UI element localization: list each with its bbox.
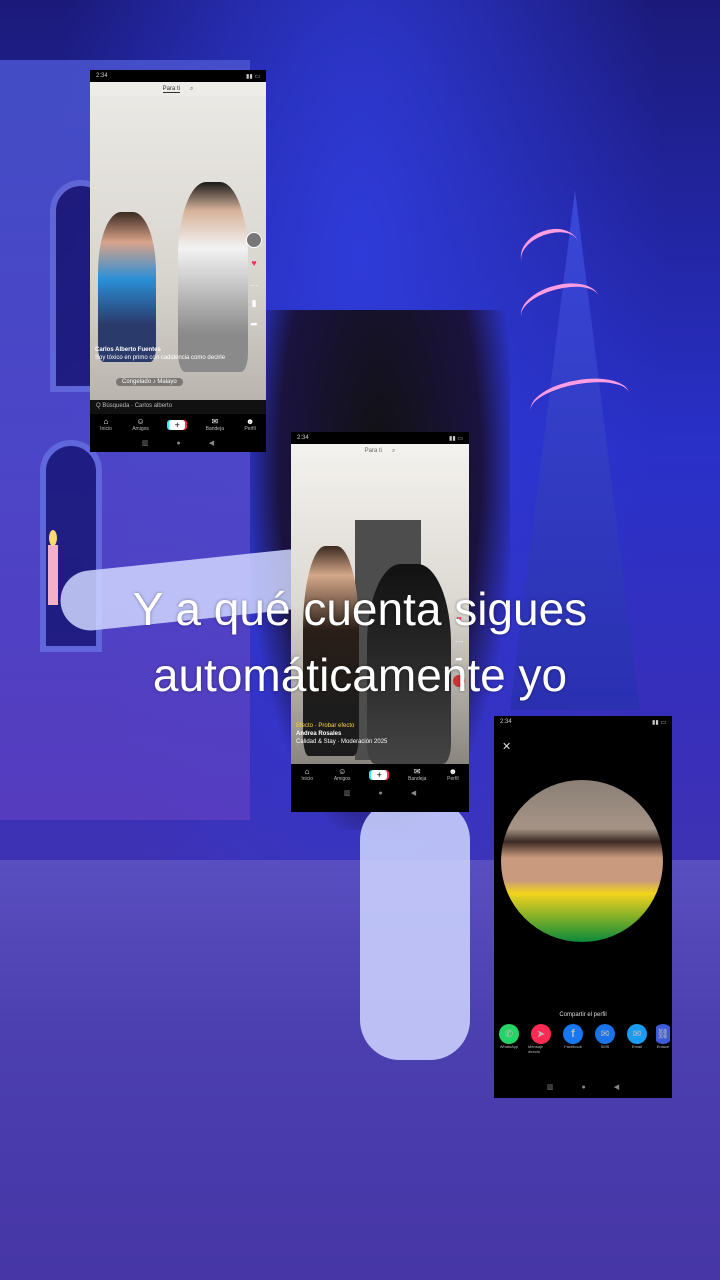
bottom-nav: ⌂ Inicio ☺ Amigos + ✉ Bandeja ☻ Perfil (90, 414, 266, 436)
link-icon: ⛓ (656, 1024, 670, 1044)
sms-icon: ✉ (595, 1024, 615, 1044)
search-icon[interactable]: ⌕ (392, 448, 395, 455)
tab-para-ti[interactable]: Para ti (162, 86, 180, 93)
nav-home[interactable]: ⌂ Inicio (100, 417, 112, 433)
facebook-icon: f (563, 1024, 583, 1044)
nav-friends[interactable]: ☺ Amigos (334, 767, 351, 783)
video-caption: Carlos Alberto Fuentes Soy tóxico en pri… (95, 346, 235, 362)
share-profile-title: Compartir el perfil (559, 1012, 607, 1018)
character-leg (360, 800, 470, 1060)
share-email[interactable]: ✉ Email (624, 1024, 650, 1054)
status-bar: 2:34 ▮▮ ▭ (494, 716, 672, 728)
avatar[interactable] (246, 232, 262, 248)
bottom-nav: ⌂ Inicio ☺ Amigos + ✉ Bandeja ☻ Perfil (291, 764, 469, 786)
person-left (98, 212, 156, 362)
profile-icon: ☻ (448, 767, 458, 776)
heart-icon[interactable]: ♥ (251, 258, 256, 268)
bookmark-icon[interactable]: ▮ (252, 298, 257, 309)
home-button-icon[interactable]: ● (582, 1084, 586, 1091)
phone-screenshot-3: 2:34 ▮▮ ▭ ✕ Compartir el perfil ✆ WhatsA… (494, 716, 672, 1098)
share-icon[interactable]: ➦ (250, 319, 258, 330)
system-nav-bar: ▥ ● ◀ (90, 436, 266, 450)
close-icon[interactable]: ✕ (502, 740, 511, 753)
recents-icon[interactable]: ▥ (142, 439, 149, 447)
battery-icon: ▮▮ ▭ (449, 435, 463, 442)
share-sms[interactable]: ✉ SMS (592, 1024, 618, 1054)
share-link[interactable]: ⛓ Enlace (656, 1024, 670, 1054)
inbox-icon: ✉ (211, 417, 219, 426)
back-icon[interactable]: ◀ (614, 1083, 619, 1091)
friends-icon: ☺ (338, 767, 347, 776)
create-button[interactable]: + (169, 420, 186, 430)
nav-inbox[interactable]: ✉ Bandeja (206, 417, 224, 433)
search-suggestion[interactable]: Q Búsqueda · Carlos alberto (90, 400, 266, 414)
video-username[interactable]: Andrea Rosales (296, 730, 436, 738)
tab-para-ti[interactable]: Para ti (365, 448, 382, 454)
overlay-line-2: automáticamente yo (152, 649, 568, 701)
share-targets: ✆ WhatsApp ➤ Mensaje directo f Facebook … (496, 1024, 670, 1054)
share-direct-message[interactable]: ➤ Mensaje directo (528, 1024, 554, 1054)
send-icon: ➤ (531, 1024, 551, 1044)
home-icon: ⌂ (103, 417, 109, 426)
back-icon[interactable]: ◀ (209, 439, 214, 447)
system-nav-bar: ▥ ● ◀ (494, 1080, 672, 1094)
light-string (526, 371, 634, 433)
back-icon[interactable]: ◀ (411, 789, 416, 797)
comment-icon[interactable]: … (250, 278, 259, 288)
search-icon[interactable]: ⌕ (190, 86, 193, 93)
video-feed[interactable]: Para ti ⌕ ♥ … ▮ ➦ Carlos Alberto Fuentes… (90, 82, 266, 400)
nav-friends[interactable]: ☺ Amigos (132, 417, 149, 433)
status-time: 2:34 (96, 73, 108, 79)
home-button-icon[interactable]: ● (379, 790, 383, 797)
status-time: 2:34 (297, 435, 309, 441)
email-icon: ✉ (627, 1024, 647, 1044)
video-username[interactable]: Carlos Alberto Fuentes (95, 346, 235, 354)
home-icon: ⌂ (304, 767, 310, 776)
nav-inbox[interactable]: ✉ Bandeja (408, 767, 426, 783)
home-button-icon[interactable]: ● (177, 440, 181, 447)
battery-icon: ▮▮ ▭ (246, 73, 260, 80)
nav-home[interactable]: ⌂ Inicio (301, 767, 313, 783)
video-description: Soy tóxico en primo con cadidencia como … (95, 355, 226, 361)
recents-icon[interactable]: ▥ (344, 789, 351, 797)
effect-button[interactable]: Congelado ♪ Malayo (116, 378, 183, 386)
profile-avatar (501, 780, 663, 942)
status-bar: 2:34 ▮▮ ▭ (90, 70, 266, 82)
share-whatsapp[interactable]: ✆ WhatsApp (496, 1024, 522, 1054)
battery-icon: ▮▮ ▭ (652, 719, 666, 726)
overlay-caption: Y a qué cuenta sigues automáticamente yo (0, 576, 720, 708)
feed-top-tabs: Para ti ⌕ (90, 82, 266, 96)
recents-icon[interactable]: ▥ (547, 1083, 554, 1091)
person-right (178, 182, 248, 372)
video-description: Calidad & Stay · Moderación 2025 (296, 739, 388, 745)
effect-label[interactable]: Efecto · Probar efecto (296, 722, 436, 730)
profile-icon: ☻ (245, 417, 255, 426)
share-facebook[interactable]: f Facebook (560, 1024, 586, 1054)
nav-profile[interactable]: ☻ Perfil (244, 417, 255, 433)
video-caption: Efecto · Probar efecto Andrea Rosales Ca… (296, 722, 436, 746)
status-time: 2:34 (500, 719, 512, 725)
whatsapp-icon: ✆ (499, 1024, 519, 1044)
candle-flame (49, 530, 57, 546)
inbox-icon: ✉ (413, 767, 421, 776)
friends-icon: ☺ (136, 417, 145, 426)
phone-screenshot-1: 2:34 ▮▮ ▭ Para ti ⌕ ♥ … ▮ ➦ Carlos Alber… (90, 70, 266, 452)
create-button[interactable]: + (371, 770, 388, 780)
nav-profile[interactable]: ☻ Perfil (447, 767, 458, 783)
action-rail: ♥ … ▮ ➦ (246, 232, 262, 330)
feed-top-tabs: Para ti ⌕ (291, 444, 469, 458)
overlay-line-1: Y a qué cuenta sigues (132, 583, 588, 635)
system-nav-bar: ▥ ● ◀ (291, 786, 469, 800)
status-bar: 2:34 ▮▮ ▭ (291, 432, 469, 444)
